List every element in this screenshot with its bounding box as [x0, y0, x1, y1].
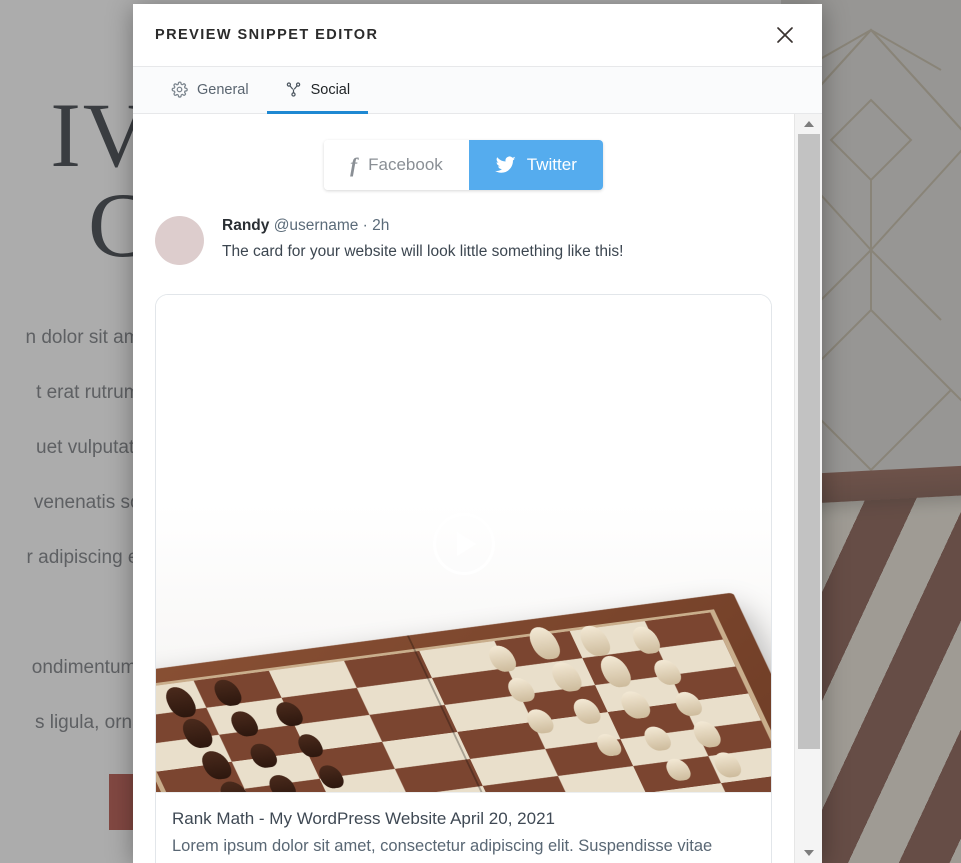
network-switch: f Facebook Twitter [133, 114, 794, 190]
close-icon[interactable] [768, 18, 802, 52]
avatar [155, 216, 204, 265]
twitter-bird-icon [494, 156, 516, 174]
facebook-tab-button[interactable]: f Facebook [324, 140, 469, 190]
tweet-handle: @username [273, 217, 359, 234]
facebook-icon: f [350, 152, 358, 177]
tab-social-label: Social [310, 81, 351, 98]
facebook-label: Facebook [368, 155, 443, 174]
page-title: PREVIEW SNIPPET EDITOR [155, 27, 379, 43]
tweet-display-name: Randy [222, 217, 270, 234]
gear-icon [171, 81, 188, 98]
scroll-up-arrow-icon[interactable] [795, 114, 823, 134]
card-description: Lorem ipsum dolor sit amet, consectetur … [172, 837, 713, 863]
play-button-icon[interactable] [432, 512, 495, 575]
twitter-label: Twitter [526, 155, 577, 174]
tab-general[interactable]: General [153, 68, 267, 114]
tweet-text: The card for your website will look litt… [222, 243, 624, 260]
preview-snippet-editor-modal: PREVIEW SNIPPET EDITOR General Social f … [133, 4, 822, 863]
tweet-preview: Randy @username · 2h The card for your w… [133, 190, 794, 265]
modal-scrollbar-thumb[interactable] [797, 134, 820, 749]
modal-body: f Facebook Twitter Randy @username · 2h … [133, 114, 822, 863]
scroll-down-arrow-icon[interactable] [795, 843, 823, 863]
modal-scrollbar[interactable] [794, 114, 822, 863]
tab-general-label: General [197, 81, 249, 98]
card-media [156, 295, 771, 792]
modal-tabbar: General Social [133, 67, 822, 114]
share-network-icon [285, 81, 302, 98]
network-switch-group: f Facebook Twitter [324, 140, 603, 190]
card-title: Rank Math - My WordPress Website April 2… [172, 809, 555, 828]
tweet-separator: · [362, 217, 368, 234]
card-text: Rank Math - My WordPress Website April 2… [156, 792, 771, 863]
modal-scrollbar-track[interactable] [795, 134, 823, 843]
tweet-content: Randy @username · 2h The card for your w… [222, 216, 770, 265]
tweet-time: 2h [372, 217, 390, 234]
tab-social[interactable]: Social [266, 68, 369, 114]
tweet-meta: Randy @username · 2h [222, 216, 770, 236]
twitter-tab-button[interactable]: Twitter [468, 140, 603, 190]
twitter-preview-card[interactable]: Rank Math - My WordPress Website April 2… [155, 294, 772, 863]
modal-header: PREVIEW SNIPPET EDITOR [133, 4, 822, 67]
